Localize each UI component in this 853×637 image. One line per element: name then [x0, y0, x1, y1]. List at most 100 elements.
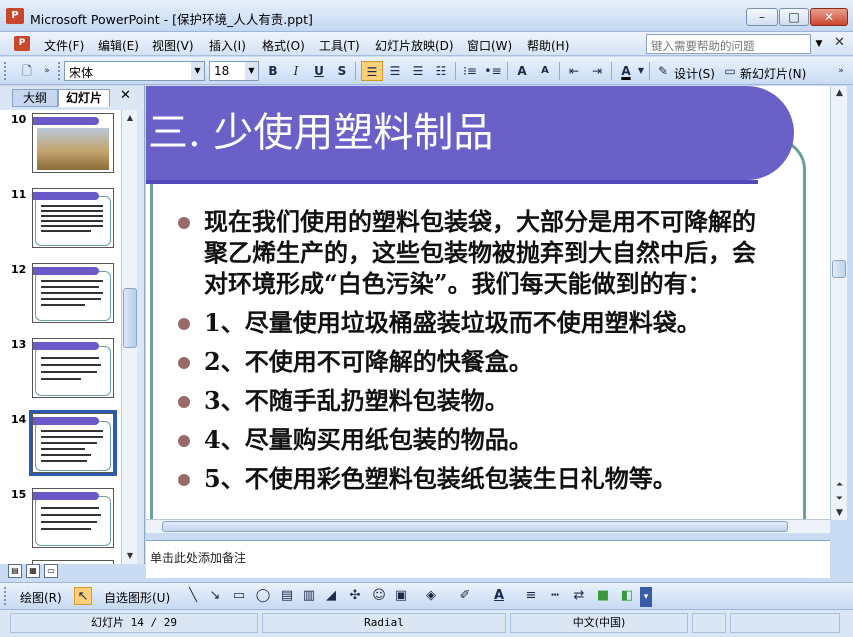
help-search-input[interactable]: 键入需要帮助的问题: [646, 34, 811, 54]
menu-slideshow[interactable]: 幻灯片放映(D): [375, 37, 454, 54]
slide-body[interactable]: 现在我们使用的塑料包装袋，大部分是用不可降解的聚乙烯生产的，这些包装物被抛弃到大…: [176, 206, 776, 502]
menu-file[interactable]: 文件(F): [44, 37, 84, 54]
help-dropdown-icon[interactable]: ▼: [812, 34, 826, 54]
design-icon[interactable]: ✎: [654, 61, 672, 81]
scroll-up-icon[interactable]: ▲: [122, 110, 138, 126]
arrow-style-icon[interactable]: ⇄: [570, 587, 588, 605]
autoshapes-button[interactable]: 自选图形(U): [104, 589, 170, 606]
decrease-indent-icon[interactable]: ⇤: [563, 61, 585, 81]
fill-color-icon[interactable]: ◈: [422, 587, 440, 605]
previous-slide-icon[interactable]: ⏶: [831, 478, 848, 492]
document-close-icon[interactable]: ✕: [834, 35, 845, 50]
menu-window[interactable]: 窗口(W): [467, 37, 512, 54]
align-right-button[interactable]: ☰: [407, 61, 429, 81]
rectangle-icon[interactable]: ▭: [230, 587, 248, 605]
shadow-button[interactable]: S: [331, 61, 353, 81]
numbering-icon[interactable]: ⁝≡: [459, 61, 481, 81]
grow-font-button[interactable]: A: [511, 61, 533, 81]
close-button[interactable]: ✕: [810, 8, 848, 26]
new-document-icon[interactable]: 🗋: [16, 61, 38, 81]
tab-outline[interactable]: 大纲: [12, 89, 58, 107]
distribute-button[interactable]: ☷: [430, 61, 452, 81]
slide-vertical-scrollbar[interactable]: ▲ ⏶ ⏷ ▼: [830, 86, 847, 520]
title-bar: P Microsoft PowerPoint - [保护环境_人人有责.ppt]…: [0, 0, 853, 32]
scroll-thumb[interactable]: [162, 521, 788, 532]
font-color-dropdown-icon[interactable]: ▼: [636, 61, 646, 81]
new-slide-button[interactable]: 新幻灯片(N): [740, 65, 806, 82]
new-slide-icon[interactable]: ▭: [721, 61, 739, 81]
dash-style-icon[interactable]: ┅: [546, 587, 564, 605]
powerpoint-app-icon[interactable]: P: [6, 8, 24, 24]
clipart-icon[interactable]: ☺: [370, 587, 388, 605]
slide-thumbnail[interactable]: [32, 188, 114, 248]
slide-thumbnail[interactable]: [32, 113, 114, 173]
toolbar-options-icon[interactable]: »: [40, 61, 54, 81]
line-color-icon[interactable]: ✐: [456, 587, 474, 605]
minimize-button[interactable]: –: [746, 8, 778, 26]
oval-icon[interactable]: ◯: [254, 587, 272, 605]
font-name-select[interactable]: 宋体 ▼: [64, 61, 205, 81]
vertical-textbox-icon[interactable]: ▥: [300, 587, 318, 605]
maximize-icon: □: [788, 10, 800, 24]
toolbar-grip-2[interactable]: [58, 62, 61, 80]
pane-close-icon[interactable]: ✕: [120, 88, 131, 103]
font-color-button[interactable]: A: [615, 61, 637, 81]
arrow-icon[interactable]: ↘: [206, 587, 224, 605]
bullets-icon[interactable]: •≡: [482, 61, 504, 81]
next-slide-icon[interactable]: ⏷: [831, 492, 848, 506]
3d-style-icon[interactable]: ◧: [618, 587, 636, 605]
scroll-thumb[interactable]: [123, 288, 137, 348]
slide-thumbnail[interactable]: [32, 338, 114, 398]
bold-button[interactable]: B: [262, 61, 284, 81]
menu-format[interactable]: 格式(O): [262, 37, 305, 54]
line-style-icon[interactable]: ≡: [522, 587, 540, 605]
slides-pane-scrollbar[interactable]: ▲ ▼: [121, 110, 137, 564]
menu-insert[interactable]: 插入(I): [209, 37, 246, 54]
menu-view[interactable]: 视图(V): [152, 37, 194, 54]
thumbnail-text: [41, 430, 103, 432]
scroll-down-icon[interactable]: ▼: [831, 506, 848, 520]
toolbar-grip[interactable]: [4, 587, 7, 605]
font-size-select[interactable]: 18 ▼: [209, 61, 259, 81]
shrink-font-button[interactable]: A: [534, 61, 556, 81]
tab-slides[interactable]: 幻灯片: [58, 89, 110, 107]
slide-thumbnail-selected[interactable]: [29, 410, 117, 476]
scroll-down-icon[interactable]: ▼: [122, 548, 138, 564]
picture-icon[interactable]: ▣: [392, 587, 410, 605]
font-color-icon[interactable]: A: [490, 587, 508, 605]
align-left-button[interactable]: ☰: [361, 61, 383, 81]
shadow-style-icon[interactable]: ■: [594, 587, 612, 605]
notes-pane[interactable]: 单击此处添加备注: [146, 540, 830, 578]
slide-number: 13: [11, 338, 27, 351]
draw-menu-button[interactable]: 绘图(R): [20, 589, 62, 606]
slideshow-icon[interactable]: ▭: [44, 564, 58, 578]
design-button[interactable]: 设计(S): [674, 65, 715, 82]
document-icon[interactable]: P: [14, 36, 30, 51]
menu-tools[interactable]: 工具(T): [319, 37, 360, 54]
textbox-icon[interactable]: ▤: [278, 587, 296, 605]
toolbar-grip[interactable]: [4, 62, 7, 80]
slide-horizontal-scrollbar[interactable]: [146, 519, 830, 533]
increase-indent-icon[interactable]: ⇥: [586, 61, 608, 81]
scroll-thumb[interactable]: [832, 260, 846, 278]
scroll-up-icon[interactable]: ▲: [831, 86, 848, 100]
toolbar-options-icon[interactable]: ▾: [640, 587, 652, 607]
menu-edit[interactable]: 编辑(E): [98, 37, 139, 54]
slide-thumbnail[interactable]: [32, 488, 114, 548]
toolbar-options-icon[interactable]: »: [834, 61, 848, 81]
diagram-icon[interactable]: ✣: [346, 587, 364, 605]
wordart-icon[interactable]: ◢: [322, 587, 340, 605]
slide-title[interactable]: 三. 少使用塑料制品: [148, 100, 493, 158]
toolbar-separator: [611, 62, 612, 80]
menu-help[interactable]: 帮助(H): [527, 37, 569, 54]
italic-button[interactable]: I: [285, 61, 307, 81]
align-center-button[interactable]: ☰: [384, 61, 406, 81]
slide-thumbnail[interactable]: [32, 263, 114, 323]
maximize-button[interactable]: □: [779, 8, 809, 26]
normal-view-icon[interactable]: ▤: [8, 564, 22, 578]
select-cursor-icon[interactable]: ↖: [74, 587, 92, 605]
slide-editing-area[interactable]: 三. 少使用塑料制品 现在我们使用的塑料包装袋，大部分是用不可降解的聚乙烯生产的…: [146, 86, 830, 520]
underline-button[interactable]: U: [308, 61, 330, 81]
slide-sorter-icon[interactable]: ▦: [26, 564, 40, 578]
line-icon[interactable]: ╲: [184, 587, 202, 605]
